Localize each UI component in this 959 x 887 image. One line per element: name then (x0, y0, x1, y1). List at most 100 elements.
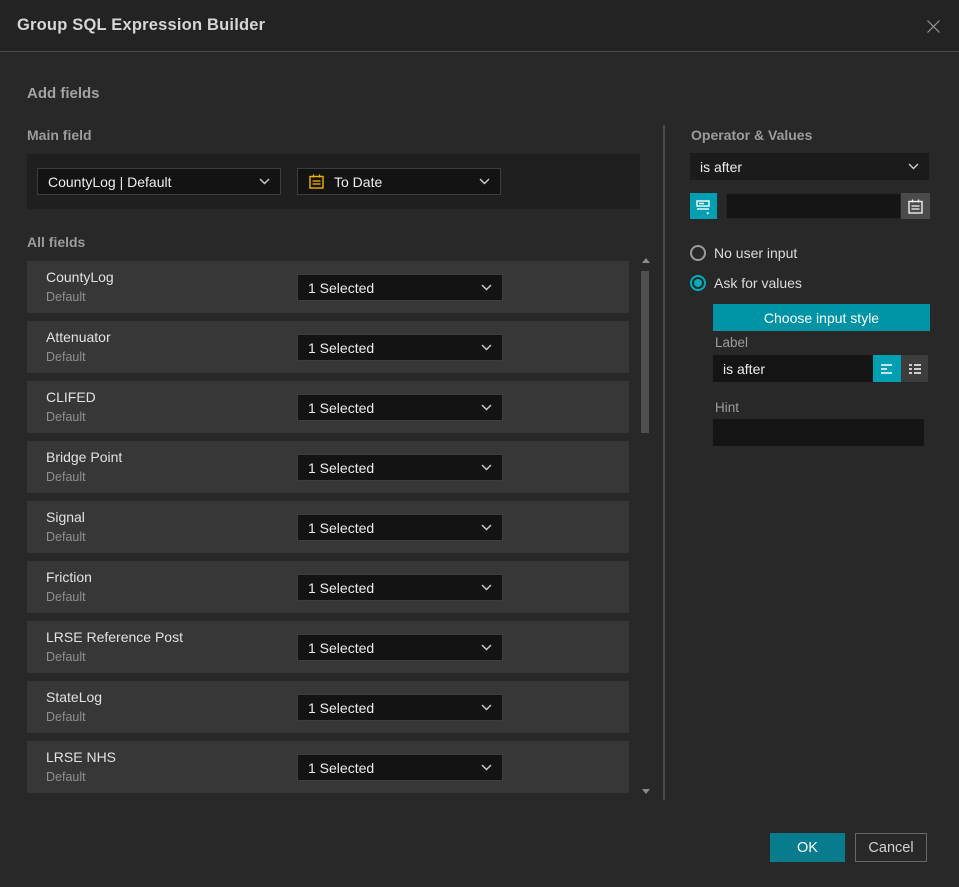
field-row: Friction Default 1 Selected (27, 561, 629, 613)
field-selection-dropdown[interactable]: 1 Selected (297, 274, 503, 301)
chevron-down-icon (908, 163, 919, 170)
panel-divider (663, 125, 665, 800)
field-row: LRSE Reference Post Default 1 Selected (27, 621, 629, 673)
hint-input[interactable] (713, 419, 924, 446)
field-selection-value: 1 Selected (308, 459, 375, 476)
calendar-icon (907, 198, 924, 215)
date-picker-button[interactable] (901, 193, 930, 219)
close-icon (926, 19, 941, 34)
main-date-dropdown-value: To Date (334, 173, 383, 190)
scroll-down-arrow-icon[interactable] (642, 789, 650, 794)
field-selection-dropdown[interactable]: 1 Selected (297, 694, 503, 721)
field-list-icon (695, 198, 712, 215)
field-name: LRSE Reference Post (46, 629, 183, 645)
align-left-icon (879, 361, 895, 377)
chevron-down-icon (481, 764, 492, 771)
all-fields-list: CountyLog Default 1 Selected Attenuator … (27, 261, 629, 801)
chevron-down-icon (481, 404, 492, 411)
radio-no-user-input[interactable]: No user input (690, 245, 797, 261)
radio-circle (690, 245, 706, 261)
label-input[interactable] (713, 355, 873, 382)
field-selection-value: 1 Selected (308, 339, 375, 356)
field-selection-dropdown[interactable]: 1 Selected (297, 574, 503, 601)
field-selection-dropdown[interactable]: 1 Selected (297, 514, 503, 541)
field-selection-value: 1 Selected (308, 579, 375, 596)
main-field-dropdown-value: CountyLog | Default (48, 173, 172, 190)
operator-dropdown[interactable]: is after (690, 153, 929, 180)
chevron-down-icon (479, 178, 490, 185)
field-name: LRSE NHS (46, 749, 117, 765)
chevron-down-icon (481, 704, 492, 711)
field-name: Attenuator (46, 329, 111, 345)
radio-ask-for-values[interactable]: Ask for values (690, 275, 802, 291)
operator-dropdown-value: is after (700, 158, 743, 175)
radio-circle (690, 275, 706, 291)
field-row: LRSE NHS Default 1 Selected (27, 741, 629, 793)
cancel-button[interactable]: Cancel (855, 833, 927, 862)
field-selection-value: 1 Selected (308, 699, 375, 716)
list-style-button[interactable] (901, 355, 928, 382)
field-subtitle: Default (46, 650, 86, 664)
dialog-title: Group SQL Expression Builder (17, 16, 266, 34)
field-selection-dropdown[interactable]: 1 Selected (297, 454, 503, 481)
single-line-style-button[interactable] (873, 355, 901, 382)
field-name: CountyLog (46, 269, 114, 285)
field-subtitle: Default (46, 710, 86, 724)
calendar-icon (308, 173, 325, 190)
field-name: Friction (46, 569, 92, 585)
field-selection-value: 1 Selected (308, 759, 375, 776)
scrollbar-thumb[interactable] (641, 271, 649, 433)
value-input[interactable] (726, 193, 901, 219)
chevron-down-icon (259, 178, 270, 185)
field-row: Attenuator Default 1 Selected (27, 321, 629, 373)
field-selection-dropdown[interactable]: 1 Selected (297, 394, 503, 421)
ok-button[interactable]: OK (770, 833, 845, 862)
field-selection-dropdown[interactable]: 1 Selected (297, 634, 503, 661)
field-selection-value: 1 Selected (308, 399, 375, 416)
field-subtitle: Default (46, 530, 86, 544)
main-date-dropdown[interactable]: To Date (297, 168, 501, 195)
operator-values-label: Operator & Values (691, 127, 813, 143)
hint-caption: Hint (715, 400, 740, 415)
dialog-titlebar: Group SQL Expression Builder (0, 0, 959, 52)
main-field-label: Main field (27, 127, 92, 143)
chevron-down-icon (481, 344, 492, 351)
radio-label: Ask for values (714, 275, 802, 291)
field-subtitle: Default (46, 410, 86, 424)
choose-input-style-button[interactable]: Choose input style (713, 304, 930, 331)
field-selection-value: 1 Selected (308, 639, 375, 656)
main-field-panel: CountyLog | Default To Date (27, 154, 640, 209)
field-row: StateLog Default 1 Selected (27, 681, 629, 733)
field-selection-value: 1 Selected (308, 519, 375, 536)
field-name: Signal (46, 509, 85, 525)
bulleted-list-icon (907, 361, 923, 377)
field-selection-value: 1 Selected (308, 279, 375, 296)
set-from-field-button[interactable] (690, 193, 717, 219)
field-name: CLIFED (46, 389, 96, 405)
scroll-up-arrow-icon[interactable] (642, 258, 650, 263)
radio-label: No user input (714, 245, 798, 261)
field-name: Bridge Point (46, 449, 123, 465)
chevron-down-icon (481, 284, 492, 291)
field-selection-dropdown[interactable]: 1 Selected (297, 334, 503, 361)
field-subtitle: Default (46, 290, 86, 304)
close-button[interactable] (921, 14, 945, 38)
field-subtitle: Default (46, 470, 86, 484)
field-row: Bridge Point Default 1 Selected (27, 441, 629, 493)
list-scrollbar[interactable] (641, 256, 650, 796)
field-subtitle: Default (46, 350, 86, 364)
all-fields-label: All fields (27, 234, 86, 250)
group-sql-expression-builder-dialog: Group SQL Expression Builder Add fields … (0, 0, 959, 887)
field-row: CountyLog Default 1 Selected (27, 261, 629, 313)
field-row: CLIFED Default 1 Selected (27, 381, 629, 433)
add-fields-heading: Add fields (27, 85, 100, 102)
chevron-down-icon (481, 584, 492, 591)
field-selection-dropdown[interactable]: 1 Selected (297, 754, 503, 781)
chevron-down-icon (481, 464, 492, 471)
field-row: Signal Default 1 Selected (27, 501, 629, 553)
field-subtitle: Default (46, 590, 86, 604)
main-field-dropdown[interactable]: CountyLog | Default (37, 168, 281, 195)
chevron-down-icon (481, 644, 492, 651)
label-caption: Label (715, 335, 749, 350)
field-subtitle: Default (46, 770, 86, 784)
